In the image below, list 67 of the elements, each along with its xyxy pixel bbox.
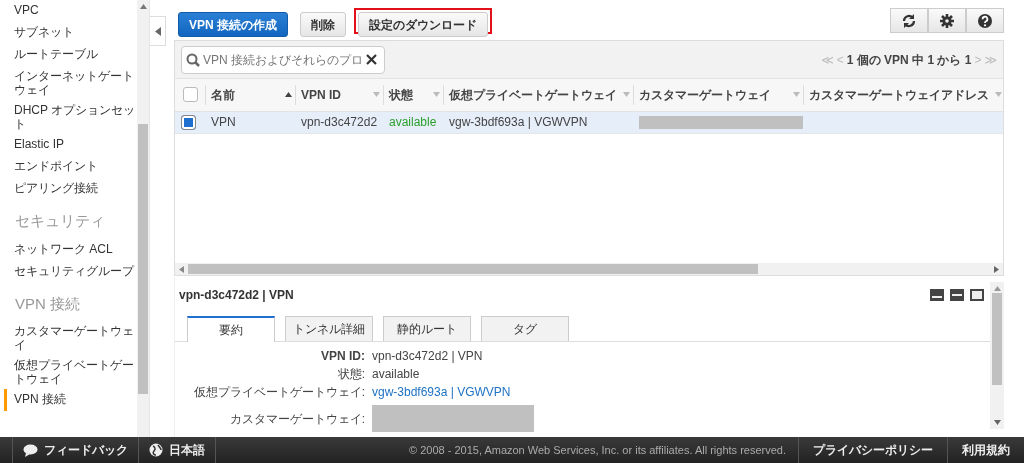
collapse-sidebar-button[interactable] bbox=[150, 16, 166, 46]
gateway-link[interactable]: vgw-3bdf693a | VGWVPN bbox=[372, 383, 511, 401]
sidebar-item[interactable]: ネットワーク ACL bbox=[4, 238, 138, 261]
column-header[interactable]: 名前 bbox=[211, 85, 235, 104]
help-icon bbox=[977, 12, 993, 29]
field-value: vpn-d3c472d2 | VPN bbox=[372, 348, 483, 365]
sidebar-item[interactable]: Elastic IP bbox=[4, 134, 138, 156]
refresh-icon bbox=[901, 12, 917, 29]
panel-middle-icon[interactable] bbox=[950, 289, 964, 301]
detail-tab[interactable]: 静的ルート bbox=[383, 316, 471, 341]
scroll-left-icon[interactable] bbox=[179, 265, 184, 273]
sort-ascending-icon[interactable] bbox=[285, 92, 292, 98]
search-icon bbox=[186, 52, 200, 67]
detail-tab[interactable]: 要約 bbox=[187, 316, 275, 342]
select-all-checkbox[interactable] bbox=[183, 87, 198, 103]
table-cell: vgw-3bdf693a | VGWVPN bbox=[449, 115, 588, 129]
create-button[interactable]: VPN 接続の作成 bbox=[178, 12, 288, 37]
field-label: カスタマーゲートウェイ: bbox=[228, 410, 365, 428]
horizontal-scrollbar[interactable] bbox=[175, 263, 1003, 275]
status-text: available bbox=[389, 115, 437, 129]
sidebar-item[interactable]: DHCP オプションセット bbox=[4, 100, 138, 134]
field-label: 仮想プライベートゲートウェイ: bbox=[192, 384, 365, 401]
sidebar-item[interactable]: カスタマーゲートウェイ bbox=[4, 321, 138, 355]
sidebar-item[interactable]: セキュリティグループ bbox=[4, 260, 138, 283]
sidebar-heading: VPN 接続 bbox=[14, 293, 81, 314]
panel-top-icon[interactable] bbox=[970, 289, 984, 301]
scroll-up-icon[interactable] bbox=[993, 286, 1001, 291]
scroll-up-icon[interactable] bbox=[139, 4, 147, 9]
search-field[interactable]: VPN 接続およびそれらのプロ bbox=[181, 45, 385, 74]
feedback-link[interactable]: フィードバック bbox=[12, 437, 139, 463]
copyright-text: © 2008 - 2015, Amazon Web Services, Inc. or its affiliates. All rights reserved. bbox=[408, 442, 787, 458]
sidebar-item[interactable]: ルートテーブル bbox=[4, 44, 138, 66]
pagination-text: 1 個の VPN 中 1 から 1 bbox=[846, 51, 972, 69]
settings-button[interactable] bbox=[928, 8, 966, 33]
help-button[interactable] bbox=[966, 8, 1004, 33]
sidebar-item[interactable]: ピアリング接続 bbox=[4, 178, 138, 200]
footer-link[interactable]: プライバシーポリシー bbox=[798, 437, 947, 463]
toolbar-button[interactable]: 設定のダウンロード bbox=[358, 12, 488, 37]
detail-title: vpn-d3c472d2 | VPN bbox=[178, 287, 294, 304]
speech-bubble-icon bbox=[23, 443, 38, 457]
table-cell: vpn-d3c472d2 bbox=[301, 115, 378, 129]
scroll-right-icon[interactable] bbox=[994, 265, 999, 273]
detail-tab[interactable]: トンネル詳細 bbox=[285, 316, 373, 341]
sidebar-item[interactable]: サブネット bbox=[4, 22, 138, 44]
close-icon[interactable] bbox=[366, 54, 377, 65]
sidebar-heading: セキュリティ bbox=[14, 211, 106, 231]
detail-scrollbar[interactable] bbox=[990, 282, 1004, 429]
panel-bottom-icon[interactable] bbox=[930, 289, 944, 301]
settings-icon bbox=[939, 12, 955, 29]
field-label: 状態: bbox=[336, 366, 365, 383]
sidebar-item[interactable]: インターネットゲートウェイ bbox=[4, 66, 138, 100]
sidebar-item[interactable]: エンドポイント bbox=[4, 156, 138, 178]
field-label: VPN ID: bbox=[320, 348, 365, 365]
sidebar-item[interactable]: VPC bbox=[4, 0, 138, 22]
row-checkbox[interactable] bbox=[181, 114, 196, 130]
sidebar-scrollbar[interactable] bbox=[137, 0, 149, 437]
globe-icon bbox=[149, 443, 163, 457]
scroll-down-icon[interactable] bbox=[993, 420, 1001, 425]
sidebar-item[interactable]: 仮想プライベートゲートウェイ bbox=[4, 355, 138, 389]
field-value: available bbox=[372, 366, 420, 383]
refresh-button[interactable] bbox=[890, 8, 928, 33]
footer-link[interactable]: 利用規約 bbox=[947, 437, 1024, 463]
table-cell: VPN bbox=[211, 115, 236, 129]
triangle-left-icon bbox=[154, 26, 161, 36]
toolbar-button[interactable]: 削除 bbox=[300, 12, 346, 37]
detail-tab[interactable]: タグ bbox=[481, 316, 569, 341]
language-link[interactable]: 日本語 bbox=[139, 437, 216, 463]
